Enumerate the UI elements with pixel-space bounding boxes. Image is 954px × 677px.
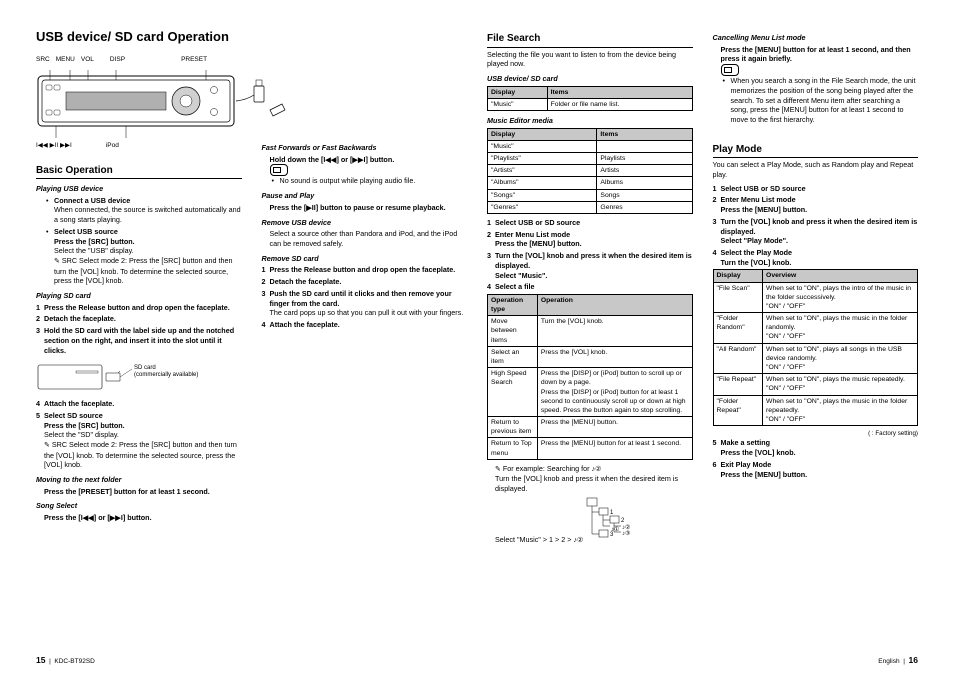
column-4: Cancelling Menu List mode Press the [MEN… xyxy=(713,28,919,663)
fs-table-med: DisplayItems"Music" "Playlists"Playlists… xyxy=(487,128,693,214)
sd-step-5: Select SD source Press the [SRC] button.… xyxy=(44,411,242,470)
ff-text: Hold down the [I◀◀] or [▶▶I] button. xyxy=(270,155,468,165)
svg-text:(commercially available): (commercially available) xyxy=(134,372,198,378)
select-usb-source: Select USB source Press the [SRC] button… xyxy=(44,227,242,286)
fs-s1: Select USB or SD source xyxy=(495,218,693,228)
cancel-note: When you search a song in the File Searc… xyxy=(721,76,919,125)
diagram-top-labels: SRC MENU VOL DISP PRESET xyxy=(36,56,266,65)
label-src: SRC xyxy=(36,56,50,65)
play-usb-heading: Playing USB device xyxy=(36,184,242,194)
fs-s3: Turn the [VOL] knob and press it when th… xyxy=(495,251,693,280)
svg-text:♪③: ♪③ xyxy=(622,530,630,537)
sd-step-2: Detach the faceplate. xyxy=(44,314,242,324)
pm-s6: Exit Play Mode Press the [MENU] button. xyxy=(721,460,919,479)
file-search-intro: Selecting the file you want to listen to… xyxy=(487,50,693,69)
svg-text:2: 2 xyxy=(621,518,625,524)
pm-s5: Make a setting Press the [VOL] knob. xyxy=(721,438,919,457)
page-title: USB device/ SD card Operation xyxy=(36,28,242,46)
remove-usb-text: Select a source other than Pandora and i… xyxy=(270,229,468,248)
fs-med-heading: Music Editor media xyxy=(487,116,693,126)
column-3: File Search Selecting the file you want … xyxy=(487,28,693,663)
rsd-4: Attach the faceplate. xyxy=(270,320,468,330)
footer-right: English | 16 xyxy=(878,655,918,665)
file-search-heading: File Search xyxy=(487,32,693,48)
diagram-bottom-labels: I◀◀ ▶II ▶▶I iPod xyxy=(36,142,266,151)
column-1: USB device/ SD card Operation SRC MENU V… xyxy=(36,28,242,663)
fastforward-heading: Fast Forwards or Fast Backwards xyxy=(262,143,468,153)
playmode-table: DisplayOverview"File Scan"When set to "O… xyxy=(713,269,919,426)
pm-s1: Select USB or SD source xyxy=(721,184,919,194)
ff-note: No sound is output while playing audio f… xyxy=(270,176,468,186)
label-disp: DISP xyxy=(110,56,125,65)
next-folder-text: Press the [PRESET] button for at least 1… xyxy=(44,487,242,497)
sd-step-4: Attach the faceplate. xyxy=(44,399,242,409)
fs-example: ✎ For example: Searching for ♪② Turn the… xyxy=(495,464,693,545)
pause-text: Press the [▶II] button to pause or resum… xyxy=(270,203,468,213)
hierarchy-tree-icon: 1 2 ♪② ♪③ ♪① 3 xyxy=(585,496,675,542)
remove-usb-heading: Remove USB device xyxy=(262,218,468,228)
fs-s2: Enter Menu List mode Press the [MENU] bu… xyxy=(495,230,693,249)
svg-text:♪②: ♪② xyxy=(622,524,630,531)
label-preset: PRESET xyxy=(181,56,207,65)
playmode-heading: Play Mode xyxy=(713,143,919,159)
rsd-2: Detach the faceplate. xyxy=(270,277,468,287)
fs-table-ops: Operation typeOperationMove between item… xyxy=(487,294,693,460)
sd-step-1: Press the Release button and drop open t… xyxy=(44,303,242,313)
column-2: Fast Forwards or Fast Backwards Hold dow… xyxy=(262,28,468,663)
play-sd-heading: Playing SD card xyxy=(36,291,242,301)
label-transport: I◀◀ ▶II ▶▶I xyxy=(36,142,72,151)
note-icon: ✎ xyxy=(54,258,60,265)
sd-card-diagram: SD card (commercially available) xyxy=(36,357,242,397)
fs-table-usb: DisplayItems"Music"Folder or file name l… xyxy=(487,86,693,111)
rsd-3: Push the SD card until it clicks and the… xyxy=(270,289,468,318)
note-icon: ✎ xyxy=(44,442,50,449)
rsd-1: Press the Release button and drop open t… xyxy=(270,265,468,275)
label-menu: MENU xyxy=(56,56,75,65)
cancel-heading: Cancelling Menu List mode xyxy=(713,33,919,43)
factory-note: ( : Factory setting) xyxy=(713,430,919,438)
label-vol: VOL xyxy=(81,56,94,65)
note-icon: ✎ xyxy=(495,466,501,473)
remote-icon xyxy=(270,164,288,176)
svg-text:1: 1 xyxy=(610,510,614,516)
pm-s3: Turn the [VOL] knob and press it when th… xyxy=(721,217,919,246)
connect-usb: Connect a USB device When connected, the… xyxy=(44,196,242,225)
label-ipod: iPod xyxy=(106,142,119,151)
remote-icon xyxy=(721,64,739,76)
sd-step-3: Hold the SD card with the label side up … xyxy=(44,326,242,355)
footer-left: 15 | KDC-BT92SD xyxy=(36,655,95,665)
cancel-text: Press the [MENU] button for at least 1 s… xyxy=(721,45,919,64)
playmode-intro: You can select a Play Mode, such as Rand… xyxy=(713,160,919,179)
fs-usb-heading: USB device/ SD card xyxy=(487,74,693,84)
song-select-text: Press the [I◀◀] or [▶▶I] button. xyxy=(44,513,242,523)
basic-heading: Basic Operation xyxy=(36,164,242,180)
remove-sd-heading: Remove SD card xyxy=(262,254,468,264)
song-select-heading: Song Select xyxy=(36,501,242,511)
pause-heading: Pause and Play xyxy=(262,191,468,201)
pm-s2: Enter Menu List mode Press the [MENU] bu… xyxy=(721,195,919,214)
svg-text:SD card: SD card xyxy=(134,365,156,371)
manual-spread: USB device/ SD card Operation SRC MENU V… xyxy=(0,0,954,677)
fs-s4: Select a file xyxy=(495,282,693,292)
pm-s4: Select the Play Mode Turn the [VOL] knob… xyxy=(721,248,919,267)
next-folder-heading: Moving to the next folder xyxy=(36,475,242,485)
device-diagram: SRC MENU VOL DISP PRESET xyxy=(36,56,242,156)
faceplate-illustration xyxy=(36,70,286,142)
